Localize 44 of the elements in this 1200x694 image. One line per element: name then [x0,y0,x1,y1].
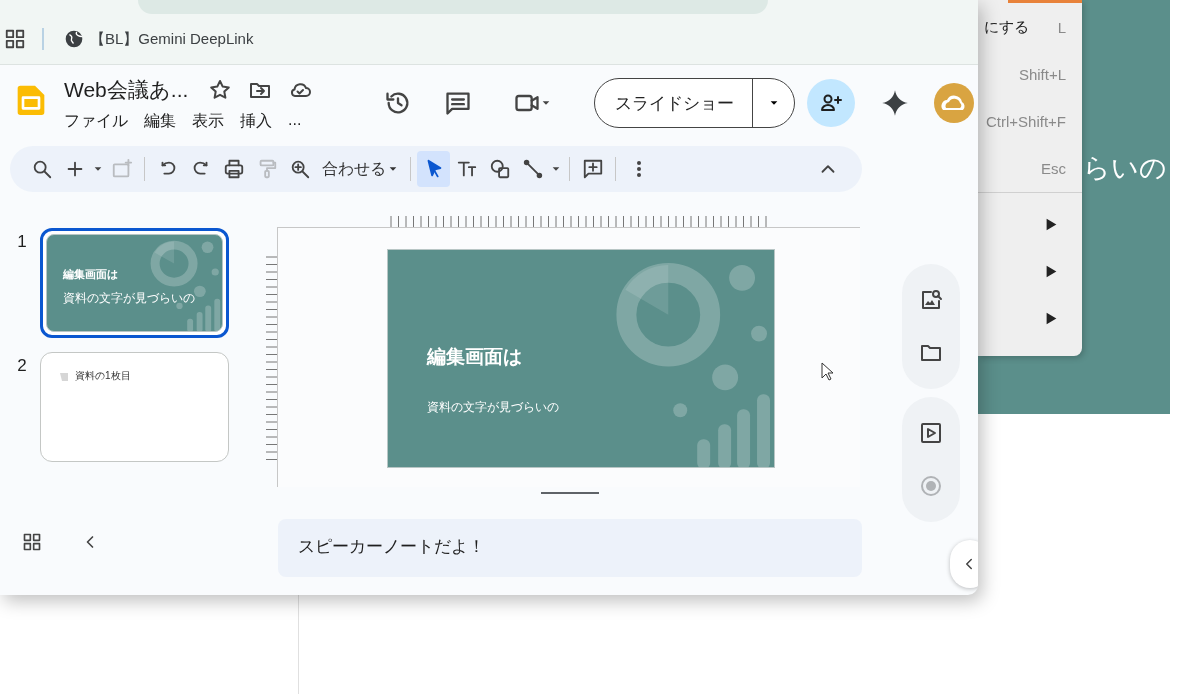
slide-subtitle: 資料の文字が見づらいの [427,399,560,416]
slide-subtitle: 資料の文字が見づらいの [63,290,196,307]
zoom-dropdown[interactable]: 合わせる [316,158,404,180]
slide-title: 編集画面は [427,345,523,369]
shortcut-label: Esc [1041,160,1066,177]
add-comment-icon [581,158,604,180]
slideshow-label[interactable]: スライドショー [595,79,752,127]
document-title[interactable]: Web会議あ... [64,75,189,104]
star-icon[interactable] [208,77,233,102]
menu-item[interactable]: ファイル [64,110,128,132]
resize-handle[interactable] [541,492,599,494]
slide-number: 1 [16,231,28,252]
speaker-notes-field[interactable]: スピーカーノートだよ！ [278,519,862,577]
more-icon [636,161,641,177]
shortcut-label: Shift+L [1018,66,1066,83]
menu-item[interactable]: 表示 [192,110,224,132]
mouse-cursor-icon [821,362,835,382]
menu-item[interactable]: ... [288,110,302,132]
bookmark-link[interactable]: 【BL】Gemini DeepLink [64,29,254,49]
share-button[interactable] [807,79,855,127]
slide-number: 2 [16,355,28,376]
shape-icon [488,158,511,180]
slide-thumbnail[interactable]: 資料の1枚目 [40,352,229,462]
globe-icon [64,29,84,49]
grid-icon [22,532,42,552]
shortcut-label: L [1057,19,1066,36]
line-icon [521,158,544,180]
apps-icon [4,28,26,50]
slide-title: 編集画面は [63,267,119,282]
slideshow-button[interactable]: スライドショー [594,78,795,128]
record-icon [919,473,943,498]
image-placeholder-icon [59,371,69,381]
slide-title: 資料の1枚目 [75,369,131,383]
menu-item[interactable]: 編集 [144,110,176,132]
sparkle-icon[interactable] [881,89,909,117]
print-icon [222,158,245,180]
menu-item[interactable]: 挿入 [240,110,272,132]
menu-item-label[interactable]: にする [984,18,1029,37]
select-tool[interactable] [417,151,450,187]
shortcut-label: Ctrl+Shift+F [985,113,1066,130]
present-icon [919,421,943,446]
new-slide-layout-icon [110,158,133,180]
slide-thumbnail[interactable]: 編集画面は 資料の文字が見づらいの [40,228,229,338]
slide-text: らいの [1083,152,1167,185]
